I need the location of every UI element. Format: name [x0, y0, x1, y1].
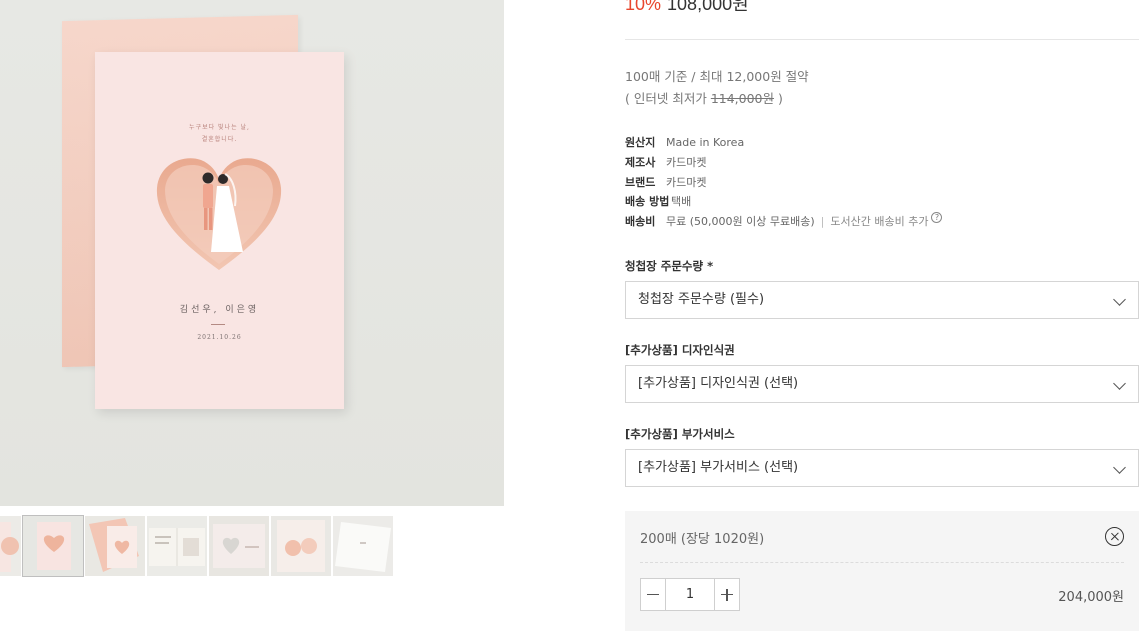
chevron-down-icon: [1113, 377, 1126, 390]
quantity-option-label: 청첩장 주문수량 *: [625, 258, 713, 274]
help-icon[interactable]: ?: [931, 212, 943, 224]
select-placeholder: [추가상품] 부가서비스 (선택): [638, 460, 799, 475]
selected-option-item: 200매 (장당 1020원) 1 204,000원: [625, 511, 1139, 631]
lowest-price-prefix: ( 인터넷 최저가: [625, 91, 711, 106]
lowest-price-value: 114,000원: [710, 91, 775, 106]
spec-manufacturer: 제조사 카드마켓: [625, 153, 942, 173]
selected-option-name: 200매 (장당 1020원): [640, 532, 765, 547]
product-specs: 원산지 Made in Korea 제조사 카드마켓 브랜드 카드마켓 배송 방…: [625, 133, 943, 232]
design-ticket-option-label: [추가상품] 디자인식권: [625, 342, 735, 358]
chevron-down-icon: [1113, 461, 1126, 474]
extra-service-option-label: [추가상품] 부가서비스: [625, 426, 735, 442]
thumbnail-3[interactable]: [85, 516, 145, 576]
heart-cutout-illustration: [153, 152, 285, 274]
thumbnail-2[interactable]: [22, 515, 84, 577]
increase-quantity-button[interactable]: [714, 579, 739, 610]
line-total-price: 204,000원: [1058, 590, 1124, 605]
option-label-text: 청첩장 주문수량: [625, 259, 704, 273]
divider: [625, 39, 1139, 40]
thumbnail-4[interactable]: [147, 516, 207, 576]
spec-label: 브랜드: [625, 175, 656, 189]
lowest-price-suffix: ): [774, 91, 783, 106]
spec-value: Made in Korea: [666, 136, 745, 149]
bulk-savings-line: 100매 기준 / 최대 12,000원 절약: [625, 69, 809, 84]
decrease-quantity-button[interactable]: [641, 579, 666, 610]
spec-brand: 브랜드 카드마켓: [625, 173, 942, 193]
extra-service-select[interactable]: [추가상품] 부가서비스 (선택): [625, 449, 1139, 487]
option-label-text: [추가상품] 디자인식권: [625, 343, 735, 357]
spec-value: 무료 (50,000원 이상 무료배송): [666, 215, 815, 229]
chevron-down-icon: [1113, 293, 1126, 306]
thumbnail-5[interactable]: [209, 516, 269, 576]
spec-label: 배송 방법: [625, 195, 670, 209]
quantity-select[interactable]: 청첩장 주문수량 (필수): [625, 281, 1139, 319]
option-label-text: [추가상품] 부가서비스: [625, 427, 735, 441]
spec-value: 택배: [671, 195, 692, 209]
main-product-image: 누구보다 빛나는 날, 결혼합니다. 김선우, 이은영 2021.10.26: [0, 0, 504, 506]
spec-label: 배송비: [625, 215, 656, 229]
thumbnail-7[interactable]: [333, 516, 393, 576]
thumbnail-1[interactable]: [0, 516, 21, 576]
spec-value: 카드마켓: [666, 155, 707, 169]
couple-names: 김선우, 이은영: [179, 305, 260, 315]
spec-origin: 원산지 Made in Korea: [625, 133, 942, 153]
remote-area-fee-note: 도서산간 배송비 추가: [830, 215, 929, 229]
thumbnail-6[interactable]: [271, 516, 331, 576]
bulk-savings-info: 100매 기준 / 최대 12,000원 절약 ( 인터넷 최저가 114,00…: [625, 66, 809, 110]
card-divider: [211, 324, 225, 325]
discount-rate: 10%: [625, 0, 662, 14]
lowest-price-line: ( 인터넷 최저가 114,000원 ): [625, 88, 809, 110]
required-mark: *: [703, 259, 714, 273]
remove-option-button[interactable]: [1105, 527, 1124, 546]
price-line: 10% 108,000원: [625, 0, 749, 16]
spec-shipping-fee: 배송비 무료 (50,000원 이상 무료배송) | 도서산간 배송비 추가 ?: [625, 212, 943, 232]
card-message-line-2: 결혼합니다.: [201, 136, 238, 143]
wedding-date: 2021.10.26: [197, 334, 242, 341]
spec-value: 카드마켓: [666, 175, 707, 189]
design-ticket-select[interactable]: [추가상품] 디자인식권 (선택): [625, 365, 1139, 403]
spec-shipping-method: 배송 방법 택배: [625, 192, 942, 212]
card-message-line-1: 누구보다 빛나는 날,: [189, 124, 250, 131]
select-placeholder: [추가상품] 디자인식권 (선택): [638, 376, 799, 391]
separator: |: [820, 215, 825, 229]
invitation-card-image: 누구보다 빛나는 날, 결혼합니다. 김선우, 이은영 2021.10.26: [95, 52, 344, 409]
spec-label: 원산지: [625, 136, 656, 149]
select-placeholder: 청첩장 주문수량 (필수): [638, 292, 765, 307]
spec-label: 제조사: [625, 155, 656, 169]
sale-price: 108,000원: [667, 0, 749, 14]
quantity-input[interactable]: 1: [666, 579, 714, 610]
quantity-stepper: 1: [640, 578, 740, 611]
dashed-divider: [640, 562, 1124, 563]
card-message: 누구보다 빛나는 날, 결혼합니다.: [95, 122, 344, 146]
